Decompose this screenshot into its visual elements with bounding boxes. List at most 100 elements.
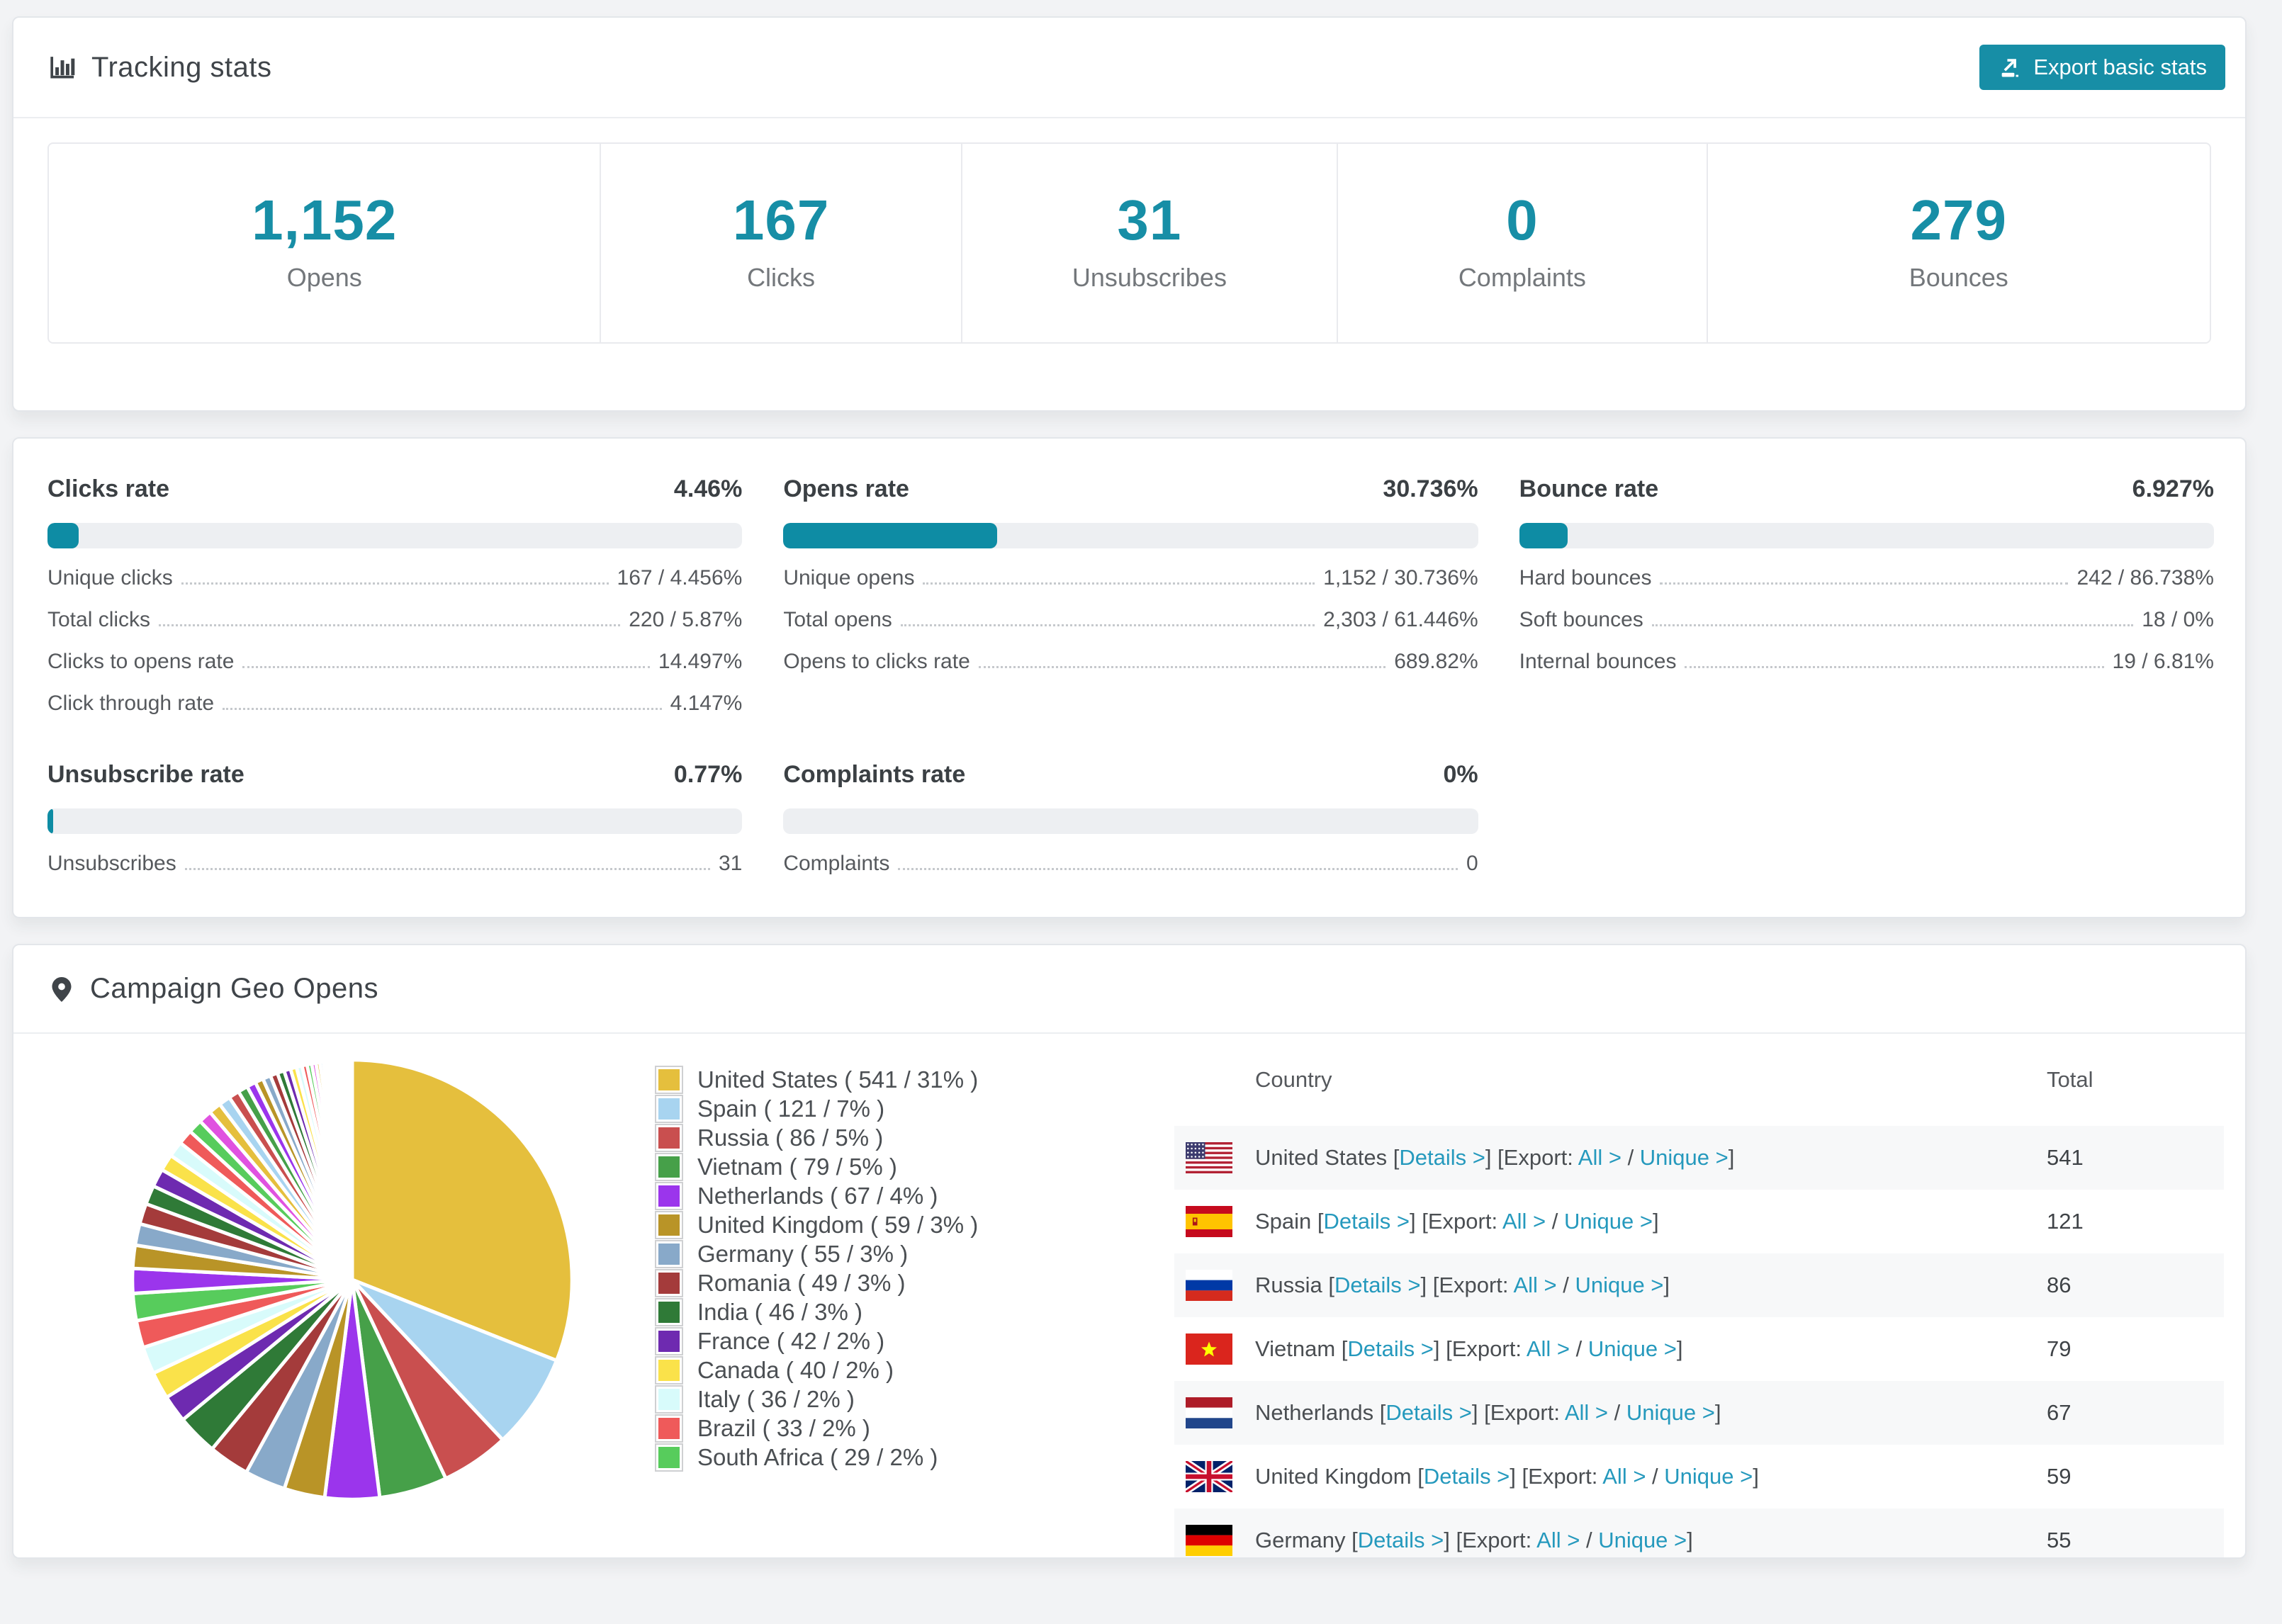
bar-chart-icon	[47, 52, 77, 82]
detail-value: 18 / 0%	[2142, 608, 2214, 631]
slash: /	[1570, 1336, 1588, 1361]
rate-detail-row: Soft bounces 18 / 0%	[1519, 608, 2214, 632]
dotted-leader	[978, 666, 1386, 668]
export-unique-link[interactable]: Unique >	[1598, 1528, 1687, 1552]
export-prefix: Export:	[1439, 1273, 1514, 1297]
stat-value: 279	[1910, 188, 2007, 252]
legend-item-spain[interactable]: Spain ( 121 / 7% )	[655, 1094, 978, 1123]
legend-item-netherlands[interactable]: Netherlands ( 67 / 4% )	[655, 1181, 978, 1210]
export-all-link[interactable]: All >	[1565, 1400, 1608, 1425]
stat-card-complaints: 0 Complaints	[1337, 144, 1706, 342]
rates-card: Clicks rate 4.46% Unique clicks 167 / 4.456…	[12, 437, 2247, 918]
rate-detail-row: Internal bounces 19 / 6.81%	[1519, 650, 2214, 674]
details-link[interactable]: Details >	[1347, 1336, 1433, 1361]
legend-label: Romania ( 49 / 3% )	[697, 1269, 906, 1296]
dotted-leader	[900, 624, 1315, 626]
rate-detail-row: Clicks to opens rate 14.497%	[47, 650, 742, 674]
legend-label: United Kingdom ( 59 / 3% )	[697, 1211, 979, 1238]
details-link[interactable]: Details >	[1358, 1528, 1444, 1552]
legend-item-romania[interactable]: Romania ( 49 / 3% )	[655, 1268, 978, 1297]
details-link[interactable]: Details >	[1424, 1464, 1510, 1489]
detail-value: 0	[1466, 852, 1478, 875]
bracket: ]	[1714, 1400, 1721, 1425]
detail-value: 242 / 86.738%	[2076, 566, 2214, 590]
dotted-leader	[181, 582, 609, 585]
legend-item-brazil[interactable]: Brazil ( 33 / 2% )	[655, 1414, 978, 1443]
total-column-header: Total	[2047, 1067, 2093, 1092]
legend-item-india[interactable]: India ( 46 / 3% )	[655, 1297, 978, 1326]
legend-item-russia[interactable]: Russia ( 86 / 5% )	[655, 1123, 978, 1152]
rate-section-head: Clicks rate 4.46%	[47, 475, 742, 503]
export-unique-link[interactable]: Unique >	[1575, 1273, 1663, 1297]
legend-item-united-kingdom[interactable]: United Kingdom ( 59 / 3% )	[655, 1210, 978, 1239]
geo-table-row-us: United States [Details >] [Export: All >…	[1174, 1126, 2224, 1190]
detail-value: 220 / 5.87%	[629, 608, 743, 631]
detail-value: 4.147%	[670, 692, 743, 715]
dotted-leader	[159, 624, 621, 626]
country-name: United Kingdom	[1255, 1464, 1418, 1489]
legend-swatch-color	[658, 1156, 680, 1178]
export-all-link[interactable]: All >	[1502, 1209, 1546, 1234]
rate-title: Opens rate	[783, 475, 909, 502]
geo-table-row-de: Germany [Details >] [Export: All > / Uni…	[1174, 1509, 2224, 1557]
stat-value: 0	[1506, 188, 1539, 252]
export-unique-link[interactable]: Unique >	[1626, 1400, 1715, 1425]
export-unique-link[interactable]: Unique >	[1664, 1464, 1753, 1489]
legend-swatch	[655, 1094, 683, 1123]
export-unique-link[interactable]: Unique >	[1564, 1209, 1653, 1234]
export-unique-link[interactable]: Unique >	[1588, 1336, 1677, 1361]
progress-bar	[783, 808, 1478, 834]
export-all-link[interactable]: All >	[1527, 1336, 1570, 1361]
details-link[interactable]: Details >	[1324, 1209, 1410, 1234]
legend-swatch	[655, 1355, 683, 1385]
legend-swatch-color	[658, 1272, 680, 1294]
details-link[interactable]: Details >	[1334, 1273, 1420, 1297]
legend-label: United States ( 541 / 31% )	[697, 1066, 979, 1093]
slash: /	[1608, 1400, 1626, 1425]
country-cell: United States [Details >] [Export: All >…	[1255, 1145, 2047, 1171]
rate-section-bounce-rate: Bounce rate 6.927% Hard bounces 242 / 86.73…	[1519, 475, 2214, 716]
legend-item-canada[interactable]: Canada ( 40 / 2% )	[655, 1355, 978, 1385]
rate-section-head: Opens rate 30.736%	[783, 475, 1478, 503]
legend-swatch	[655, 1239, 683, 1268]
flag-icon-gb	[1186, 1461, 1232, 1492]
geo-table-rows: United States [Details >] [Export: All >…	[1174, 1126, 2224, 1557]
legend-item-south-africa[interactable]: South Africa ( 29 / 2% )	[655, 1443, 978, 1472]
export-all-link[interactable]: All >	[1578, 1145, 1621, 1170]
rate-value: 4.46%	[673, 475, 743, 502]
export-prefix: Export:	[1427, 1209, 1502, 1234]
rate-value: 0%	[1443, 761, 1478, 788]
rate-detail-rows: Unique opens 1,152 / 30.736% Total opens 2,…	[783, 566, 1478, 674]
country-cell: Germany [Details >] [Export: All > / Uni…	[1255, 1528, 2047, 1553]
geo-table-row-ru: Russia [Details >] [Export: All > / Uniq…	[1174, 1253, 2224, 1317]
export-all-link[interactable]: All >	[1536, 1528, 1580, 1552]
geo-table-row-es: Spain [Details >] [Export: All > / Uniqu…	[1174, 1190, 2224, 1253]
geo-table-row-gb: United Kingdom [Details >] [Export: All …	[1174, 1445, 2224, 1509]
export-basic-stats-button[interactable]: Export basic stats	[1979, 45, 2225, 90]
stat-card-bounces: 279 Bounces	[1706, 144, 2210, 342]
export-unique-link[interactable]: Unique >	[1640, 1145, 1729, 1170]
details-link[interactable]: Details >	[1399, 1145, 1485, 1170]
stat-value: 1,152	[252, 188, 398, 252]
rate-detail-row: Total clicks 220 / 5.87%	[47, 608, 742, 632]
geo-table-row-vn: Vietnam [Details >] [Export: All > / Uni…	[1174, 1317, 2224, 1381]
legend-item-vietnam[interactable]: Vietnam ( 79 / 5% )	[655, 1152, 978, 1181]
legend-item-united-states[interactable]: United States ( 541 / 31% )	[655, 1065, 978, 1094]
rate-section-complaints-rate: Complaints rate 0% Complaints 0	[783, 761, 1478, 876]
export-all-link[interactable]: All >	[1602, 1464, 1646, 1489]
legend-item-germany[interactable]: Germany ( 55 / 3% )	[655, 1239, 978, 1268]
stat-label: Opens	[286, 263, 362, 292]
flag-icon-vn	[1186, 1333, 1232, 1365]
export-all-link[interactable]: All >	[1513, 1273, 1556, 1297]
details-link[interactable]: Details >	[1386, 1400, 1471, 1425]
slash: /	[1556, 1273, 1575, 1297]
rate-section-unsubscribe-rate: Unsubscribe rate 0.77% Unsubscribes 31	[47, 761, 743, 876]
geo-table-header-row: Country Total	[1174, 1034, 2224, 1126]
flag-icon-nl	[1186, 1397, 1232, 1428]
legend-swatch	[655, 1385, 683, 1414]
legend-item-italy[interactable]: Italy ( 36 / 2% )	[655, 1385, 978, 1414]
flag-icon-us	[1186, 1142, 1232, 1173]
geo-country-table: Country Total United States [Details >] …	[1174, 1034, 2224, 1557]
total-cell: 55	[2047, 1528, 2072, 1552]
legend-item-france[interactable]: France ( 42 / 2% )	[655, 1326, 978, 1355]
